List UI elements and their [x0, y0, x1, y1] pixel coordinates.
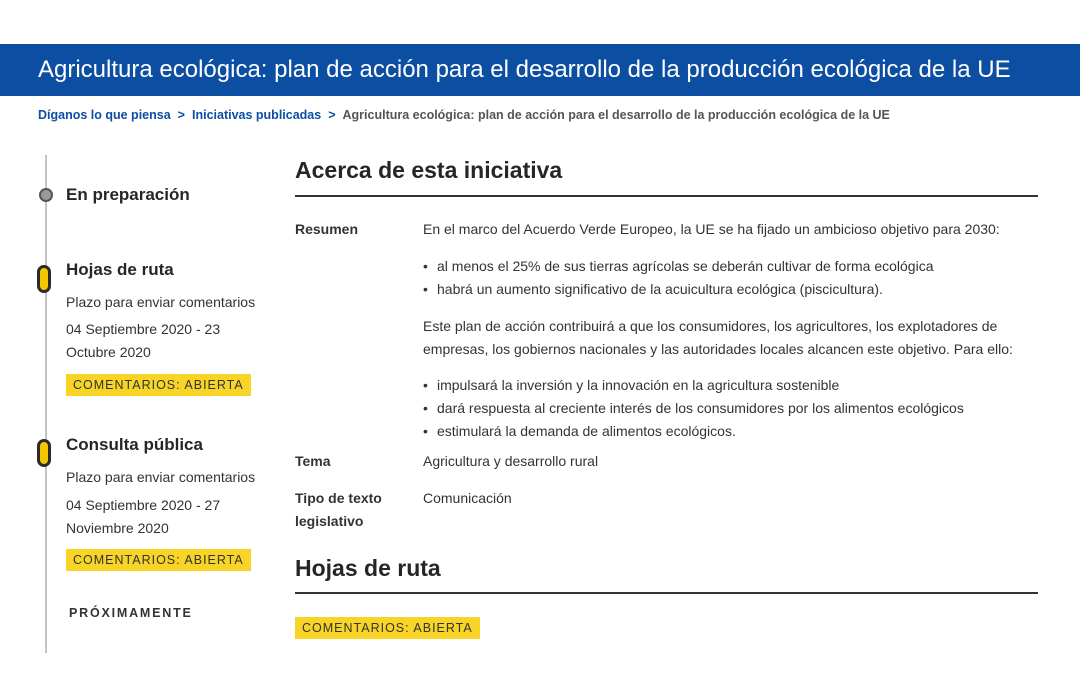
list-item: dará respuesta al creciente interés de l…	[437, 397, 964, 420]
stage-marker-dot-icon	[39, 188, 53, 202]
stage-deadline-label: Plazo para enviar comentarios	[66, 294, 256, 310]
stage-title-roadmap: Hojas de ruta	[66, 260, 174, 279]
timeline-line	[45, 155, 47, 653]
summary-paragraph: Este plan de acción contribuirá a que lo…	[423, 318, 1013, 357]
topic-value: Agricultura y desarrollo rural	[423, 453, 599, 469]
upcoming-label: PRÓXIMAMENTE	[69, 606, 193, 620]
page-banner-title: Agricultura ecológica: plan de acción pa…	[0, 44, 1080, 96]
goals-list: al menos el 25% de sus tierras agrícolas…	[423, 255, 933, 301]
list-item: habrá un aumento significativo de la acu…	[437, 278, 933, 301]
stage-title-public-consultation: Consulta pública	[66, 435, 203, 454]
stage-marker-pill-icon	[37, 439, 51, 467]
stage-dates-line2: Octubre 2020	[66, 344, 151, 360]
actions-list: impulsará la inversión y la innovación e…	[423, 374, 964, 443]
status-badge: COMENTARIOS: ABIERTA	[295, 617, 480, 639]
breadcrumb-link-feedback[interactable]: Díganos lo que piensa	[38, 108, 171, 122]
stage-marker-pill-icon	[37, 265, 51, 293]
legislative-type-value: Comunicación	[423, 490, 512, 506]
section-heading-about: Acerca de esta iniciativa	[295, 157, 563, 183]
legislative-type-label-line1: Tipo de texto	[295, 490, 382, 506]
status-badge: COMENTARIOS: ABIERTA	[66, 549, 251, 571]
stage-dates-line1: 04 Septiembre 2020 - 27	[66, 497, 221, 513]
list-item: estimulará la demanda de alimentos ecoló…	[437, 420, 964, 443]
legislative-type-label-line2: legislativo	[295, 513, 364, 529]
summary-label: Resumen	[295, 221, 359, 237]
breadcrumb-current: Agricultura ecológica: plan de acción pa…	[342, 108, 890, 122]
section-divider	[295, 592, 1038, 594]
summary-intro: En el marco del Acuerdo Verde Europeo, l…	[423, 221, 1000, 237]
stage-dates-line2: Noviembre 2020	[66, 520, 169, 536]
breadcrumb-separator: >	[328, 108, 336, 122]
list-item: al menos el 25% de sus tierras agrícolas…	[437, 255, 933, 278]
stage-title-preparation: En preparación	[66, 185, 190, 204]
section-divider	[295, 195, 1038, 197]
status-badge: COMENTARIOS: ABIERTA	[66, 374, 251, 396]
list-item: impulsará la inversión y la innovación e…	[437, 374, 964, 397]
topic-label: Tema	[295, 453, 331, 469]
stage-dates-line1: 04 Septiembre 2020 - 23	[66, 321, 221, 337]
breadcrumb-link-initiatives[interactable]: Iniciativas publicadas	[192, 108, 321, 122]
stage-deadline-label: Plazo para enviar comentarios	[66, 469, 256, 485]
breadcrumb-separator: >	[177, 108, 185, 122]
section-heading-roadmaps: Hojas de ruta	[295, 555, 441, 581]
breadcrumb: Díganos lo que piensa > Iniciativas public…	[38, 108, 890, 122]
